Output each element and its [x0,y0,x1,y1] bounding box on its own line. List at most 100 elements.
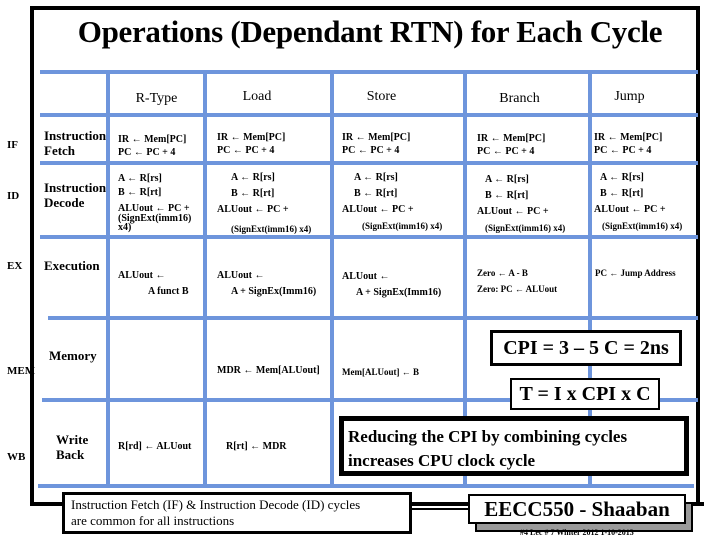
grid-line-ex [48,316,698,320]
grid-col-3 [330,70,334,488]
cell-id-branch: A ← R[rs] B ← R[rt] ALUout ← PC + (SignE… [477,172,565,236]
rtn-line: A ← R[rs] [600,172,644,183]
grid-line-wb [38,484,694,488]
slide-title: Operations (Dependant RTN) for Each Cycl… [77,14,663,49]
rtn-line: PC ← PC + 4 [118,147,176,158]
rtn-line: (SignExt(imm16) x4) [362,221,443,231]
rtn-line: B ← R[rt] [231,188,275,199]
rtn-line: IR ← Mem[PC] [477,133,546,144]
grid-line-id [40,235,698,239]
col-header-jump: Jump [614,89,645,104]
rtn-line: x4) [118,222,132,233]
rtn-line: B ← R[rt] [485,190,529,201]
col-header-store: Store [366,89,397,104]
cell-if-branch: IR ← Mem[PC] PC ← PC + 4 [477,132,545,158]
rtn-line: R[rt] ← MDR [226,441,287,452]
common-cycles-line2: are common for all instructions [71,513,235,528]
cpi-callout: CPI = 3 – 5 C = 2ns [490,330,682,366]
cell-wb-rtype: R[rd] ← ALUout [118,440,191,453]
grid-col-1 [106,70,110,488]
grid-col-2 [203,70,207,488]
col-header-rtype: R-Type [135,91,178,106]
rtn-line: PC ← Jump Address [595,268,676,278]
rtn-line: MDR ← Mem[ALUout] [217,365,320,376]
common-cycles-line1: Instruction Fetch (IF) & Instruction Dec… [71,497,361,512]
rtn-line: A ← R[rs] [485,174,529,185]
execution-time-equation: T = I x CPI x C [510,378,660,410]
rtn-line: PC ← PC + 4 [594,145,652,156]
rtn-line: A ← R[rs] [354,172,398,183]
cell-if-jump: IR ← Mem[PC] PC ← PC + 4 [594,131,662,157]
rtn-line: Zero ← A - B [477,268,528,278]
cell-ex-store: ALUout ← A + SignEx(Imm16) [342,269,441,301]
cell-id-load: A ← R[rs] B ← R[rt] ALUout ← PC + (SignE… [217,170,311,237]
frame-connector-left [30,502,64,506]
row-header-mem: Memory [49,348,97,363]
rtn-line: B ← R[rt] [118,187,162,198]
row-header-wb-line2: Back [56,447,85,462]
stage-abbr-ex: EX [7,260,23,272]
grid-line-if [40,161,698,165]
row-header-wb-line1: Write [56,432,89,447]
row-header-mem-line1: Memory [49,348,97,363]
stage-abbr-id: ID [7,190,20,202]
row-header-id-line1: Instruction [44,180,107,195]
rtn-line: ALUout ← PC + [217,204,289,215]
slide-footer: #4 Lec # 7 Winter 2012 1-10-2013 [520,528,634,537]
rtn-line: ALUout ← [217,270,265,281]
rtn-line: PC ← PC + 4 [342,145,400,156]
course-label: EECC550 - Shaaban [468,494,686,524]
reduce-cpi-line2: increases CPU clock cycle [348,451,536,470]
stage-abbr-mem: MEM [7,365,36,377]
cell-ex-jump: PC ← Jump Address [595,267,676,280]
row-header-ex: Execution [44,258,100,273]
cell-if-store: IR ← Mem[PC] PC ← PC + 4 [342,131,410,157]
rtn-line: ALUout ← PC + [342,204,414,215]
rtn-line: ALUout ← [118,270,166,281]
cell-id-store: A ← R[rs] B ← R[rt] ALUout ← PC + (SignE… [342,170,442,234]
frame-connector-middle [410,508,470,510]
stage-abbr-if: IF [7,139,18,151]
rtn-line: Mem[ALUout] ← B [342,367,419,377]
rtn-line: IR ← Mem[PC] [217,132,286,143]
grid-line-header [40,113,698,117]
rtn-line: IR ← Mem[PC] [118,134,187,145]
reduce-cpi-note: Reducing the CPI by combining cycles inc… [339,416,689,476]
rtn-line: A + SignEx(Imm16) [231,286,317,297]
row-header-wb: Write Back [56,432,88,462]
rtn-line: (SignExt(imm16) x4) [602,221,683,231]
cell-if-load: IR ← Mem[PC] PC ← PC + 4 [217,131,285,157]
rtn-line: ALUout ← PC + [594,204,666,215]
rtn-line: ALUout ← [342,271,390,282]
rtn-line: B ← R[rt] [600,188,644,199]
grid-line-top [40,70,698,74]
rtn-line: A ← R[rs] [118,173,162,184]
cell-mem-store: Mem[ALUout] ← B [342,366,419,379]
rtn-line: (SignExt(imm16) x4) [485,223,566,233]
cell-ex-rtype: ALUout ← A funct B [118,268,189,300]
rtn-line: ALUout ← PC + [477,206,549,217]
cell-wb-load: R[rt] ← MDR [226,440,287,453]
col-header-load: Load [242,89,272,104]
cell-mem-load: MDR ← Mem[ALUout] [217,364,320,377]
rtn-line: R[rd] ← ALUout [118,441,192,452]
rtn-line: A + SignEx(Imm16) [356,287,442,298]
rtn-line: Zero: PC ← ALUout [477,284,558,294]
row-header-id-line2: Decode [44,195,85,210]
reduce-cpi-line1: Reducing the CPI by combining cycles [348,427,628,446]
row-header-if-line2: Fetch [44,143,76,158]
col-header-branch: Branch [499,91,540,106]
cell-ex-load: ALUout ← A + SignEx(Imm16) [217,268,316,300]
row-header-id: Instruction Decode [44,180,106,210]
common-cycles-note: Instruction Fetch (IF) & Instruction Dec… [62,492,412,534]
cell-ex-branch: Zero ← A - B Zero: PC ← ALUout [477,265,557,297]
row-header-if: Instruction Fetch [44,128,106,158]
stage-abbr-wb: WB [7,451,26,463]
rtn-line: A ← R[rs] [231,172,275,183]
rtn-line: PC ← PC + 4 [477,146,535,157]
row-header-if-line1: Instruction [44,128,107,143]
cell-id-jump: A ← R[rs] B ← R[rt] ALUout ← PC + (SignE… [594,170,682,234]
cell-if-rtype: IR ← Mem[PC] PC ← PC + 4 [118,133,186,159]
row-header-ex-line1: Execution [44,258,100,273]
rtn-line: (SignExt(imm16) x4) [231,224,312,234]
